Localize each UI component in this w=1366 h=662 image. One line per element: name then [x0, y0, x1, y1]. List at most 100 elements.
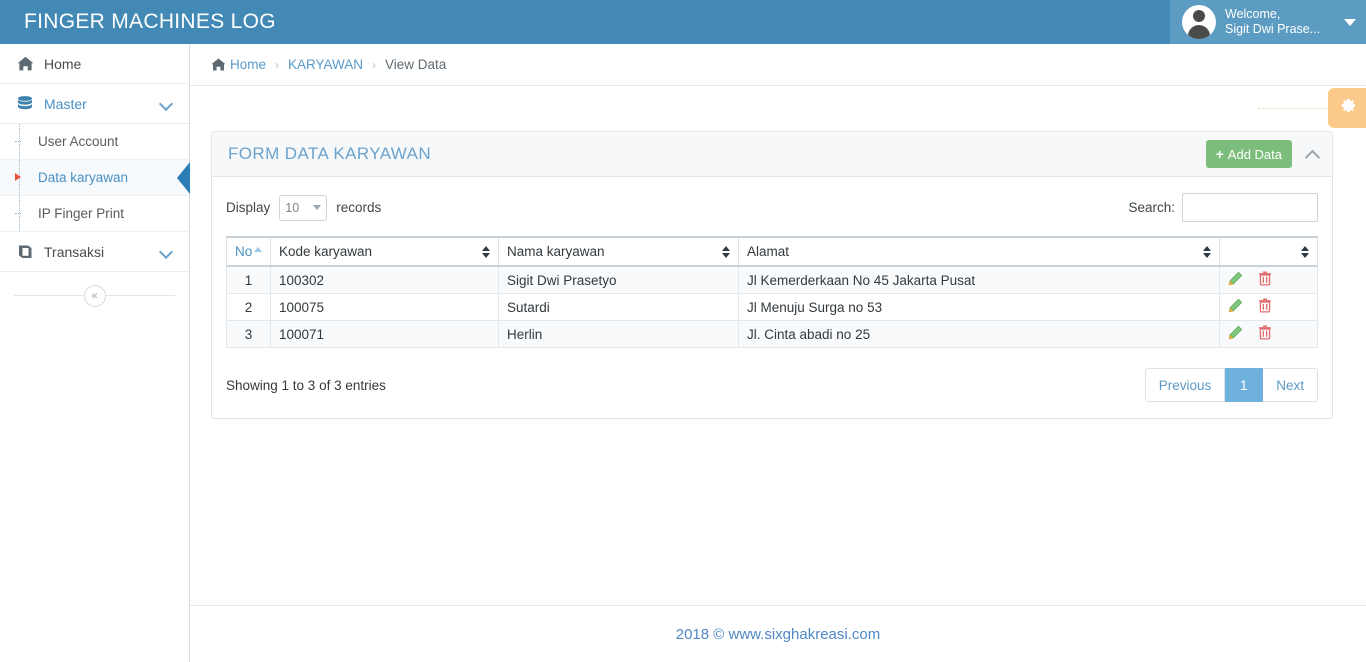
cell-actions: [1219, 293, 1318, 321]
sidebar-item-transaksi[interactable]: Transaksi: [0, 232, 189, 272]
datatable-footer: Showing 1 to 3 of 3 entries Previous 1 N…: [226, 348, 1318, 402]
main-content: FORM DATA KARYAWAN + Add Data Display 10: [190, 86, 1366, 605]
sidebar-item-ip-finger-print-label: IP Finger Print: [38, 206, 125, 221]
sidebar-item-ip-finger-print[interactable]: IP Finger Print: [0, 196, 189, 232]
cell-kode: 100075: [270, 293, 499, 321]
panel-header: FORM DATA KARYAWAN + Add Data: [212, 132, 1332, 177]
table-row: 2 100075 Sutardi Jl Menuju Surga no 53: [226, 293, 1318, 321]
column-header-nama-karyawan-label: Nama karyawan: [507, 244, 605, 259]
sidebar-item-transaksi-label: Transaksi: [44, 243, 105, 260]
chevron-down-icon: [161, 246, 173, 258]
karyawan-table: No Kode karyawan Nama karyawan Alamat 1 …: [226, 236, 1318, 348]
pencil-icon[interactable]: [1228, 271, 1243, 289]
display-label: Display: [226, 200, 271, 215]
sidebar-item-user-account[interactable]: User Account: [0, 124, 189, 160]
cell-actions: [1219, 265, 1318, 294]
table-row: 3 100071 Herlin Jl. Cinta abadi no 25: [226, 320, 1318, 348]
user-name: Sigit Dwi Prase...: [1225, 22, 1321, 36]
search-label: Search:: [1128, 200, 1175, 215]
pagination: Previous 1 Next: [1144, 368, 1318, 402]
page-footer: 2018 © www.sixghakreasi.com: [190, 605, 1366, 662]
sidebar-collapse-row: «: [0, 272, 189, 320]
page-title: FORM DATA KARYAWAN: [228, 144, 432, 163]
cell-alamat: Jl Menuju Surga no 53: [738, 293, 1220, 321]
trash-icon[interactable]: [1258, 298, 1272, 316]
user-menu-label: Welcome, Sigit Dwi Prase...: [1225, 7, 1340, 37]
sort-icon: [1203, 245, 1212, 259]
sidebar-nav: Home Master User Account Data karyawan I…: [0, 44, 190, 662]
panel-collapse-button[interactable]: [1304, 145, 1322, 163]
cell-nama: Herlin: [498, 320, 739, 348]
user-menu-dropdown[interactable]: Welcome, Sigit Dwi Prase...: [1170, 0, 1366, 44]
column-header-nama-karyawan[interactable]: Nama karyawan: [498, 236, 739, 267]
page-length-select[interactable]: 10: [279, 194, 328, 221]
app-window: FINGER MACHINES LOG Welcome, Sigit Dwi P…: [0, 0, 1366, 662]
plus-icon: +: [1215, 146, 1224, 162]
user-avatar-icon: [1182, 5, 1216, 39]
sort-ascending-icon: [254, 245, 263, 259]
sidebar-item-home-label: Home: [44, 55, 82, 72]
pencil-icon[interactable]: [1228, 325, 1243, 343]
sidebar-item-data-karyawan[interactable]: Data karyawan: [0, 160, 190, 196]
records-label: records: [336, 200, 382, 215]
breadcrumb: Home › KARYAWAN › View Data: [190, 44, 1366, 86]
table-body: 1 100302 Sigit Dwi Prasetyo Jl Kemerderk…: [226, 265, 1318, 348]
datatable-controls: Display 10 records Search:: [226, 191, 1318, 236]
add-data-label: Add Data: [1227, 146, 1282, 162]
cell-nama: Sigit Dwi Prasetyo: [498, 265, 739, 294]
pagination-previous-button[interactable]: Previous: [1144, 368, 1226, 402]
add-data-button[interactable]: + Add Data: [1205, 140, 1292, 168]
home-icon: [14, 56, 36, 71]
cell-no: 2: [226, 293, 271, 321]
column-header-kode-karyawan-label: Kode karyawan: [279, 244, 373, 259]
user-greeting: Welcome,: [1225, 7, 1281, 21]
sidebar-item-master[interactable]: Master: [0, 84, 189, 124]
sidebar-item-home[interactable]: Home: [0, 44, 189, 84]
column-header-no[interactable]: No: [226, 236, 271, 267]
app-brand-title: FINGER MACHINES LOG: [24, 10, 276, 33]
cell-alamat: Jl Kemerderkaan No 45 Jakarta Pusat: [738, 265, 1220, 294]
cell-actions: [1219, 320, 1318, 348]
column-header-kode-karyawan[interactable]: Kode karyawan: [270, 236, 499, 267]
column-header-alamat[interactable]: Alamat: [738, 236, 1220, 267]
sidebar-collapse-button[interactable]: «: [83, 285, 106, 307]
sort-icon: [482, 245, 491, 259]
table-row: 1 100302 Sigit Dwi Prasetyo Jl Kemerderk…: [226, 265, 1318, 294]
pagination-page-1[interactable]: 1: [1225, 368, 1264, 402]
breadcrumb-item-home[interactable]: Home: [230, 57, 266, 72]
table-header: No Kode karyawan Nama karyawan Alamat: [226, 236, 1318, 267]
database-stack-icon: [14, 95, 36, 113]
breadcrumb-item-view-data: View Data: [385, 57, 447, 72]
footer-copyright: 2018 © www.sixghakreasi.com: [675, 625, 881, 643]
trash-icon[interactable]: [1258, 325, 1272, 343]
table-header-row: No Kode karyawan Nama karyawan Alamat: [226, 236, 1318, 267]
cell-nama: Sutardi: [498, 293, 739, 321]
gear-icon: [1338, 96, 1357, 120]
column-header-alamat-label: Alamat: [747, 244, 790, 259]
cell-no: 3: [226, 320, 271, 348]
pencil-icon[interactable]: [1228, 298, 1243, 316]
pagination-next-button[interactable]: Next: [1263, 368, 1318, 402]
search-input[interactable]: [1182, 193, 1318, 222]
cell-no: 1: [226, 265, 271, 294]
chevron-down-icon: [161, 98, 173, 110]
sort-icon: [1301, 245, 1310, 259]
table-info-text: Showing 1 to 3 of 3 entries: [226, 377, 386, 393]
column-header-actions[interactable]: [1219, 236, 1318, 267]
sort-icon: [722, 245, 731, 259]
sidebar-item-master-label: Master: [44, 95, 87, 112]
tree-tick: [15, 213, 21, 214]
cell-kode: 100302: [270, 265, 499, 294]
form-data-karyawan-panel: FORM DATA KARYAWAN + Add Data Display 10: [211, 131, 1333, 419]
breadcrumb-item-karyawan[interactable]: KARYAWAN: [288, 57, 363, 72]
sidebar-item-user-account-label: User Account: [38, 134, 119, 149]
active-arrow-indicator: [177, 162, 190, 194]
home-icon: [211, 58, 226, 71]
settings-panel-toggle[interactable]: [1258, 88, 1366, 128]
cell-alamat: Jl. Cinta abadi no 25: [738, 320, 1220, 348]
chevron-down-icon: [1344, 18, 1356, 26]
trash-icon[interactable]: [1258, 271, 1272, 289]
book-icon: [14, 244, 36, 260]
cell-kode: 100071: [270, 320, 499, 348]
tree-tick: [15, 141, 21, 142]
